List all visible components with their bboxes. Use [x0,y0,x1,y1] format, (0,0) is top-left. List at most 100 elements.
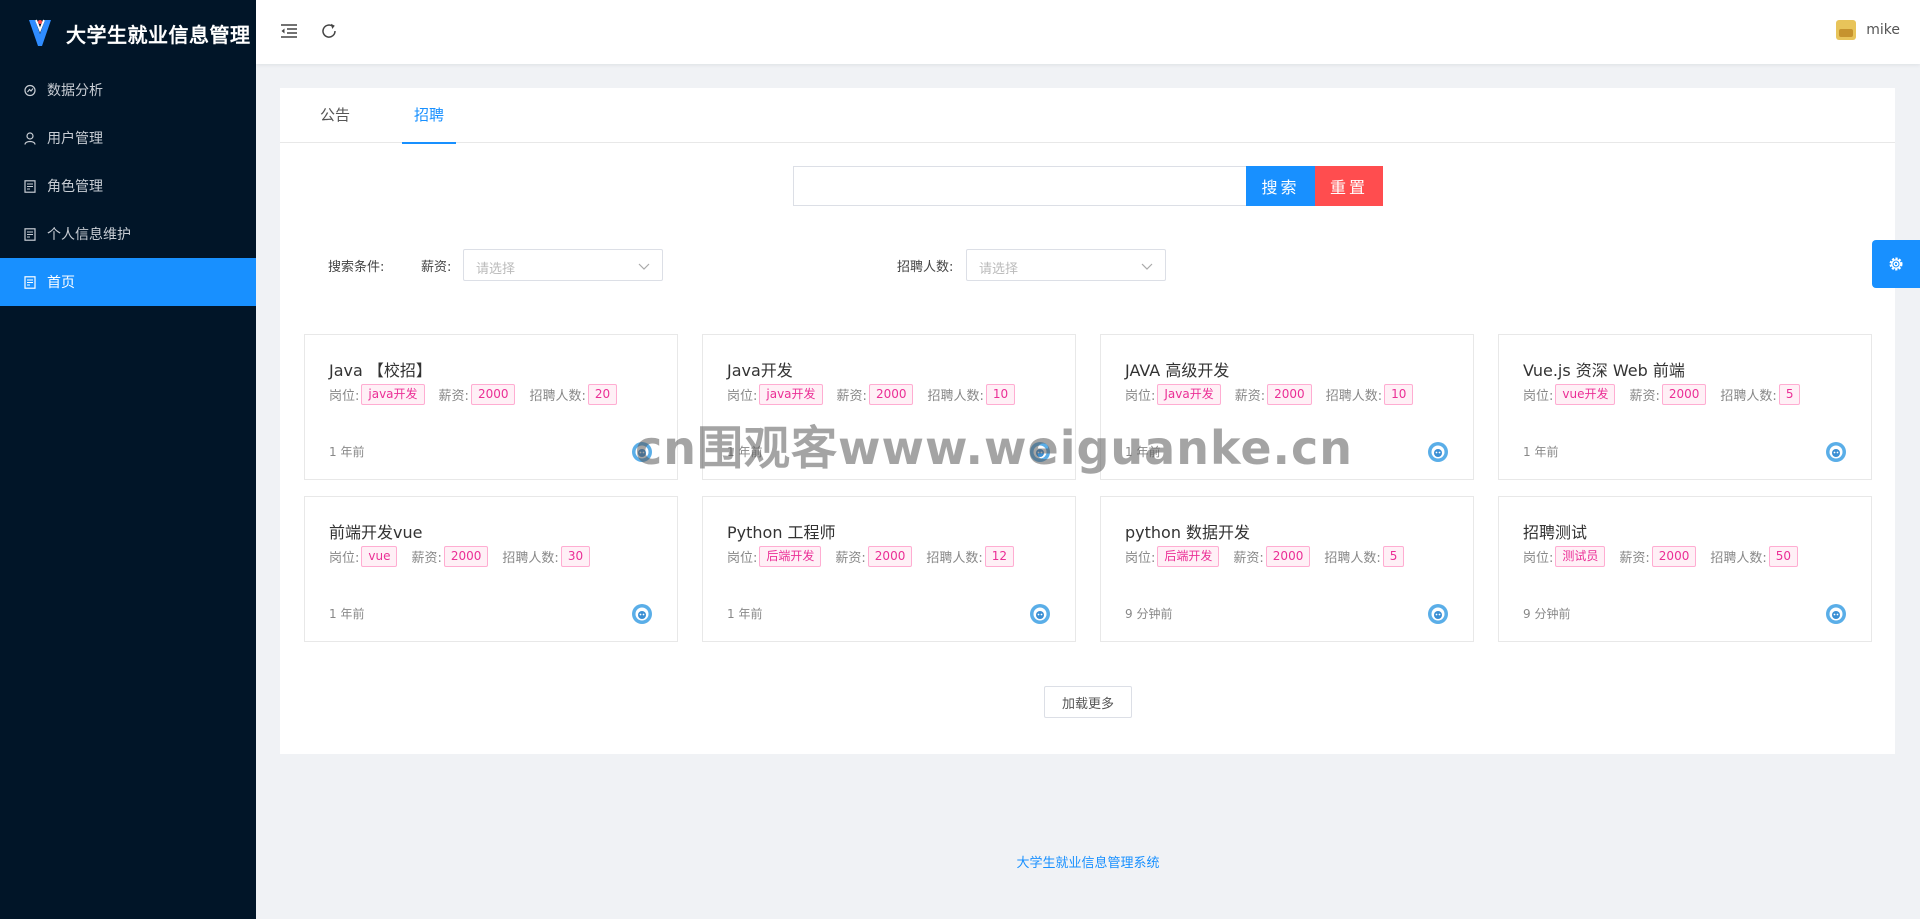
company-avatar-icon [632,604,652,624]
job-time: 1 年前 [1125,445,1161,459]
job-card[interactable]: Python 工程师 岗位: 后端开发 薪资: 2000 招聘人数: 12 1 年前 [702,496,1076,642]
job-meta: 岗位: 后端开发 薪资: 2000 招聘人数: 5 [1125,546,1418,567]
position-label: 岗位: [329,389,360,404]
sidebar-item-label: 用户管理 [47,131,103,147]
user-menu[interactable]: mike [1836,20,1900,40]
job-meta: 岗位: vue 薪资: 2000 招聘人数: 30 [329,546,604,567]
tab-recruitment[interactable]: 招聘 [402,88,457,144]
app-title: 大学生就业信息管理 [66,22,251,47]
company-avatar-icon [1826,442,1846,462]
load-more-button[interactable]: 加载更多 [1044,686,1132,718]
salary-label: 薪资: [1629,389,1660,404]
job-meta: 岗位: java开发 薪资: 2000 招聘人数: 20 [329,384,631,405]
position-label: 岗位: [1523,551,1554,566]
count-tag: 10 [1384,384,1414,405]
document-icon [24,227,36,241]
company-avatar-icon [632,442,652,462]
job-card[interactable]: 前端开发vue 岗位: vue 薪资: 2000 招聘人数: 30 1 年前 [304,496,678,642]
count-label: 招聘人数: [502,551,559,566]
reset-button[interactable]: 重置 [1315,166,1383,206]
menu-fold-icon [281,24,297,38]
chart-icon [24,83,36,97]
document-icon [24,275,36,289]
position-tag: 后端开发 [759,546,822,567]
document-icon [24,179,36,193]
username: mike [1866,22,1900,38]
sidebar-item-user-management[interactable]: 用户管理 [0,114,256,162]
job-meta: 岗位: 后端开发 薪资: 2000 招聘人数: 12 [727,546,1028,567]
salary-select[interactable]: 请选择 [463,249,663,281]
count-tag: 5 [1778,384,1801,405]
sidebar-item-home[interactable]: 首页 [0,258,256,306]
position-tag: vue开发 [1555,384,1616,405]
sidebar-menu: 数据分析 用户管理 角色管理 个人信息维护 首页 [0,66,256,306]
gear-icon [1889,257,1903,271]
company-avatar-icon [1428,442,1448,462]
company-avatar-icon [1030,442,1050,462]
company-avatar-icon [1826,604,1846,624]
count-label: 招聘人数: [1720,389,1777,404]
sidebar-item-role-management[interactable]: 角色管理 [0,162,256,210]
search-bar: 搜索 重置 [793,166,1383,206]
salary-label: 薪资: [1234,389,1266,404]
settings-button[interactable] [1872,240,1920,288]
filter-row: 搜索条件: 薪资: 请选择 招聘人数: 请选择 [328,249,1428,281]
tab-announcement[interactable]: 公告 [320,88,362,143]
position-tag: 测试员 [1555,546,1606,567]
count-select-placeholder: 请选择 [979,262,1019,277]
search-button[interactable]: 搜索 [1246,166,1315,206]
job-card[interactable]: Vue.js 资深 Web 前端 岗位: vue开发 薪资: 2000 招聘人数: 5… [1498,334,1872,480]
company-avatar-icon [1030,604,1050,624]
job-meta: 岗位: 测试员 薪资: 2000 招聘人数: 50 [1523,546,1812,567]
footer-text: 大学生就业信息管理系统 [1016,856,1160,871]
salary-tag: 2000 [1661,384,1707,405]
count-tag: 50 [1768,546,1799,567]
count-label: 招聘人数: [1325,389,1383,404]
position-tag: 后端开发 [1157,546,1220,567]
sidebar-item-profile[interactable]: 个人信息维护 [0,210,256,258]
job-meta: 岗位: vue开发 薪资: 2000 招聘人数: 5 [1523,384,1814,405]
chevron-down-icon [638,263,650,270]
count-filter-label: 招聘人数: [897,260,954,275]
salary-label: 薪资: [438,389,469,404]
job-card[interactable]: Java 【校招】 岗位: java开发 薪资: 2000 招聘人数: 20 1 年前 [304,334,678,480]
main-content: 公告 招聘 搜索 重置 搜索条件: 薪资: 请选择 招聘人数: 请选择 Java… [280,88,1895,754]
position-label: 岗位: [727,551,758,566]
sidebar-item-label: 个人信息维护 [47,227,131,243]
position-tag: java开发 [759,384,823,405]
salary-label: 薪资: [1233,551,1264,566]
job-title: Python 工程师 [727,523,836,542]
menu-fold-button[interactable] [278,20,300,42]
refresh-button[interactable] [318,20,340,42]
salary-label: 薪资: [836,389,867,404]
sidebar-item-label: 角色管理 [47,179,103,195]
job-card[interactable]: 招聘测试 岗位: 测试员 薪资: 2000 招聘人数: 50 9 分钟前 [1498,496,1872,642]
job-card[interactable]: JAVA 高级开发 岗位: Java开发 薪资: 2000 招聘人数: 10 1 年前 [1100,334,1474,480]
position-label: 岗位: [1523,389,1554,404]
sidebar-item-data-analysis[interactable]: 数据分析 [0,66,256,114]
salary-tag: 2000 [867,546,913,567]
position-label: 岗位: [1125,389,1156,404]
salary-label: 薪资: [1619,551,1650,566]
job-card[interactable]: python 数据开发 岗位: 后端开发 薪资: 2000 招聘人数: 5 9 分钟前 [1100,496,1474,642]
job-time: 1 年前 [1523,445,1559,459]
count-select[interactable]: 请选择 [966,249,1166,281]
sidebar-item-label: 首页 [47,275,75,291]
job-title: Java开发 [727,361,793,380]
sidebar: 大学生就业信息管理 数据分析 用户管理 角色管理 个人信息维护 首页 [0,0,256,919]
job-title: python 数据开发 [1125,523,1251,542]
top-header: mike [256,0,1920,64]
count-label: 招聘人数: [1710,551,1767,566]
job-time: 1 年前 [727,607,763,621]
avatar [1836,20,1857,40]
job-card[interactable]: Java开发 岗位: java开发 薪资: 2000 招聘人数: 10 1 年前 [702,334,1076,480]
count-tag: 30 [560,546,591,567]
job-title: Java 【校招】 [329,361,432,380]
search-input[interactable] [793,166,1246,206]
salary-tag: 2000 [1651,546,1697,567]
count-tag: 20 [587,384,618,405]
job-time: 1 年前 [727,445,763,459]
salary-tag: 2000 [443,546,489,567]
position-label: 岗位: [727,389,758,404]
logo[interactable]: 大学生就业信息管理 [0,0,256,66]
